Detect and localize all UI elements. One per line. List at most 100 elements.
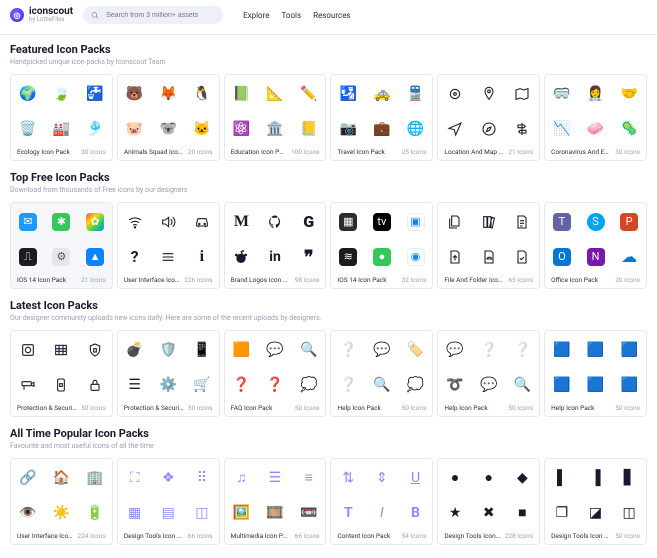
pack-card[interactable]: ♫ ☰ ≡ 🖼️ 🎞️ 📼 Multimedia Icon Pack 66 Ic… <box>224 458 327 545</box>
pack-card[interactable]: M G in ❞ Brand Logos Icon Pack 98 Icons <box>224 202 327 289</box>
section-title: Featured Icon Packs <box>10 43 647 56</box>
files-app-icon: ▣ <box>407 213 425 231</box>
clock-icon: ● <box>447 470 463 486</box>
pack-card[interactable]: Protection & Security Icon Pack 50 Icons <box>10 330 113 417</box>
section-subtitle: Download from thousands of Free icons by… <box>10 186 647 194</box>
target-icon <box>447 86 463 102</box>
nav-explore[interactable]: Explore <box>243 11 269 20</box>
powerpoint-app-icon: P <box>620 213 638 231</box>
pack-card[interactable]: 💬 ❔ ❔ ➰ 💬 🔍 Help Icon Pack 50 Icons <box>437 330 540 417</box>
video-icon: 🎞️ <box>267 505 283 521</box>
pack-count: 50 Icons <box>295 404 320 412</box>
teams-app-icon: T <box>553 213 571 231</box>
chart-down-icon: 📉 <box>554 121 570 137</box>
pack-card[interactable]: File And Folder Icon Pack 65 Icons <box>437 202 540 289</box>
pack-card[interactable]: Location And Map Icon Pack 21 Icons <box>437 74 540 161</box>
nav-resources[interactable]: Resources <box>313 11 350 20</box>
pack-card[interactable]: 🐻 🦊 🐧 🐷 🐨 🐱 Animals Squad Icon Pack 20 I… <box>117 74 220 161</box>
grid2-icon: ▦ <box>127 505 143 521</box>
pack-card[interactable]: ⇅ ⇕ U T I B Content Icon Pack 54 Icons <box>330 458 433 545</box>
pack-card[interactable]: 🔗 🏠 🏢 👁️ ☀️ 🔋 User Interface Icon Pack 2… <box>10 458 113 545</box>
link-icon: 🔗 <box>20 470 36 486</box>
help-search-icon: 🔍 <box>374 377 390 393</box>
cctv-icon <box>20 377 36 393</box>
nav-tools[interactable]: Tools <box>282 11 302 20</box>
skype-app-icon: S <box>587 213 605 231</box>
pack-name: Help Icon Pack <box>551 404 611 412</box>
compass-icon <box>481 121 497 137</box>
pack-card[interactable]: ⛶ ❖ ⠿ ▦ ▤ ◫ Design Tools Icon Pack 66 Ic… <box>117 458 220 545</box>
section-subtitle: Favourite and most useful icons of all t… <box>10 442 647 450</box>
pack-count: 20 Icons <box>615 276 640 284</box>
pack-card[interactable]: 🟧 💬 🔍 ❓ ❓ 💭 FAQ Icon Pack 50 Icons <box>224 330 327 417</box>
cut-icon: ◪ <box>588 505 604 521</box>
pack-count: 50 Icons <box>615 404 640 412</box>
phone-lock-icon <box>53 377 69 393</box>
close-circle-icon: ✖ <box>481 505 497 521</box>
pack-card[interactable]: 💣 🛡️ 📱 ☰ ⚙️ 🛒 Protection & Security Icon… <box>117 330 220 417</box>
pack-name: Office Icon Pack <box>551 276 611 284</box>
selection-icon: ◫ <box>621 505 637 521</box>
help-tiles-icon: 🟦 <box>554 342 570 358</box>
pack-card[interactable]: ▌ ▐ ▋ ❐ ◪ ◫ Design Tools Icon Pack 50 Ic… <box>544 458 647 545</box>
pack-count: 66 Icons <box>295 532 320 540</box>
bolt-icon: ● <box>481 470 497 486</box>
pack-name: Design Tools Icon Pack <box>444 532 500 540</box>
eye-icon: 👁️ <box>20 505 36 521</box>
italic-icon: I <box>374 505 390 521</box>
pack-thumbs: ⇅ ⇕ U T I B <box>337 464 426 526</box>
pack-card[interactable]: 🥽 👩‍⚕️ 🤝 📉 🧼 🦠 Coronavirus And Economy I… <box>544 74 647 161</box>
faq-bubble3-icon: 💭 <box>301 377 317 393</box>
pack-card[interactable]: 📗 📐 ✏️ ⚛️ 🏛️ 📒 Education Icon Pack 100 I… <box>224 74 327 161</box>
pack-thumbs: 💬 ❔ ❔ ➰ 💬 🔍 <box>444 336 533 398</box>
brand[interactable]: ◎ iconscout by LottieFiles <box>10 7 73 23</box>
cat-icon: 🐱 <box>194 121 210 137</box>
search-box[interactable] <box>83 6 223 24</box>
pack-card[interactable]: ? i User Interface Icon Pack 226 Icons <box>117 202 220 289</box>
section-subtitle: Our designer community uploads new icons… <box>10 314 647 322</box>
sun-icon: ☀️ <box>53 505 69 521</box>
pack-count: 50 Icons <box>402 404 427 412</box>
help-tiles4-icon: 🟦 <box>554 377 570 393</box>
pack-thumbs: ▌ ▐ ▋ ❐ ◪ ◫ <box>551 464 640 526</box>
leaf-icon: 🍃 <box>53 86 69 102</box>
pack-name: IOS 14 Icon Pack <box>17 276 77 284</box>
pack-thumbs: M G in ❞ <box>231 208 320 270</box>
pack-card[interactable]: ● ● ◆ ★ ✖ ■ Design Tools Icon Pack 228 I… <box>437 458 540 545</box>
help-arrow-icon: ➰ <box>447 377 463 393</box>
pack-name: Multimedia Icon Pack <box>231 532 291 540</box>
linkedin-logo-icon: in <box>267 249 283 265</box>
medium-logo-icon: M <box>233 214 249 230</box>
image-icon: 🖼️ <box>233 505 249 521</box>
quote-logo-icon: ❞ <box>301 249 317 265</box>
pack-thumbs: 🐻 🦊 🐧 🐷 🐨 🐱 <box>124 80 213 142</box>
appletv-app-icon: tv <box>373 213 391 231</box>
home-icon: 🏠 <box>53 470 69 486</box>
grid-dots-icon: ⠿ <box>194 470 210 486</box>
reddit-logo-icon <box>233 249 249 265</box>
nurse-icon: 👩‍⚕️ <box>588 86 604 102</box>
pack-thumbs: ● ● ◆ ★ ✖ ■ <box>444 464 533 526</box>
search-input[interactable] <box>104 11 215 20</box>
pack-card[interactable]: 🟦 🟦 🟦 🟦 🟦 🟦 Help Icon Pack 50 Icons <box>544 330 647 417</box>
settings-app-icon: ⚙︎ <box>52 248 70 266</box>
pack-thumbs: ❔ 💬 🏷️ ❔ 🔍 💭 <box>337 336 426 398</box>
pack-count: 20 Icons <box>188 148 213 156</box>
map-icon <box>514 86 530 102</box>
mail-app-icon: ✉︎ <box>19 213 37 231</box>
messages2-app-icon: ● <box>373 248 391 266</box>
onedrive-app-icon: ☁︎ <box>621 249 637 265</box>
pack-card[interactable]: T S P O N ☁︎ Office Icon Pack 20 Icons <box>544 202 647 289</box>
pack-card[interactable]: ❔ 💬 🏷️ ❔ 🔍 💭 Help Icon Pack 50 Icons <box>330 330 433 417</box>
atom-icon: ⚛️ <box>233 121 249 137</box>
align-icon: ▋ <box>621 470 637 486</box>
pack-card[interactable]: ▦ tv ▣ ≋ ● ◉ IOS 14 Icon Pack 32 Icons <box>330 202 433 289</box>
help-circle-icon: ❔ <box>340 377 356 393</box>
top-bar: ◎ iconscout by LottieFiles Explore Tools… <box>0 0 657 35</box>
spacing-icon: ⇕ <box>374 470 390 486</box>
pack-card[interactable]: 🛂 🚕 🚆 📷 💼 🌐 Travel Icon Pack 25 Icons <box>330 74 433 161</box>
lock-shield-icon <box>87 342 103 358</box>
recycle-bin-icon: 🗑️ <box>20 121 36 137</box>
pack-card[interactable]: ✉︎ ✱ ✿ ⎍ ⚙︎ ▲ IOS 14 Icon Pack 21 Icons <box>10 202 113 289</box>
pack-card[interactable]: 🌍 🍃 🚰 🗑️ 🏭 🎐 Ecology Icon Pack 30 Icons <box>10 74 113 161</box>
